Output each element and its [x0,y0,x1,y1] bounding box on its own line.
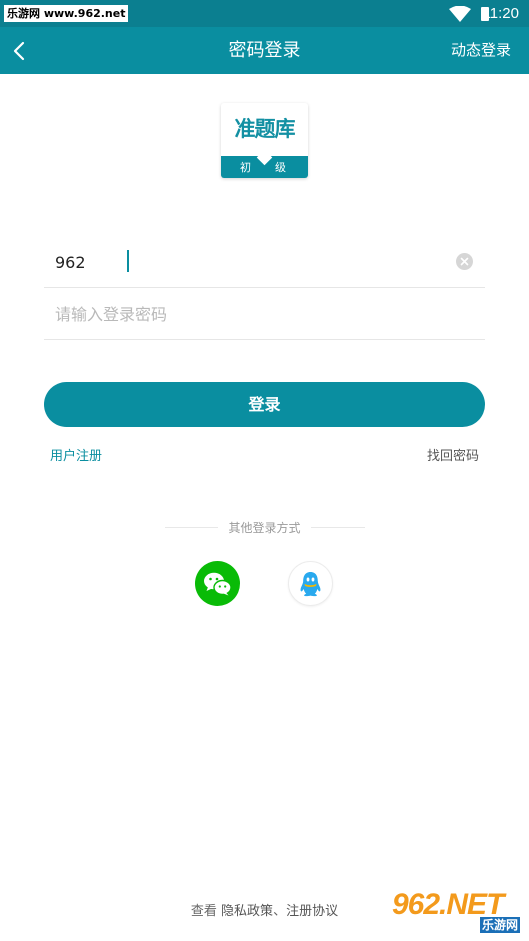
username-input[interactable] [55,246,445,278]
app-bar: 密码登录 动态登录 [0,27,529,74]
status-time: 11:20 [482,5,519,22]
dynamic-login-button[interactable]: 动态登录 [451,27,511,74]
watermark-sub-text: 乐游网 [480,917,521,933]
divider-right [311,527,365,528]
page-title: 密码登录 [228,40,301,61]
password-input[interactable] [55,298,445,330]
clear-input-button[interactable] [456,253,473,270]
wifi-icon [449,6,471,22]
status-badge: 乐游网 www.962.net [4,5,129,22]
qq-icon [300,572,321,597]
register-link[interactable]: 用户注册 [50,445,102,464]
close-icon [460,257,469,266]
site-watermark: 962.NET 乐游网 [392,888,526,936]
login-button[interactable]: 登录 [44,382,485,427]
app-logo: 准题库 初 级 [221,103,308,178]
forgot-password-link[interactable]: 找回密码 [427,445,479,464]
footer-prefix: 查看 [190,904,222,919]
privacy-policy-link[interactable]: 隐私政策 [221,904,273,919]
divider-left [165,527,218,528]
back-button[interactable] [6,31,42,71]
other-login-label: 其他登录方式 [228,521,301,535]
logo-title: 准题库 [234,117,296,141]
text-caret [127,250,129,272]
registration-agreement-link[interactable]: 注册协议 [286,904,338,919]
logo-level-char-2: 级 [275,161,286,174]
wechat-icon [204,572,232,596]
logo-level-char-1: 初 [240,161,251,174]
chevron-left-icon [13,41,25,61]
password-field-row [44,288,485,340]
status-bar: 乐游网 www.962.net 11:20 [0,0,529,27]
wechat-login-button[interactable] [195,561,240,606]
qq-login-button[interactable] [288,561,333,606]
footer-separator: 、 [273,904,287,919]
username-field-row [44,236,485,288]
